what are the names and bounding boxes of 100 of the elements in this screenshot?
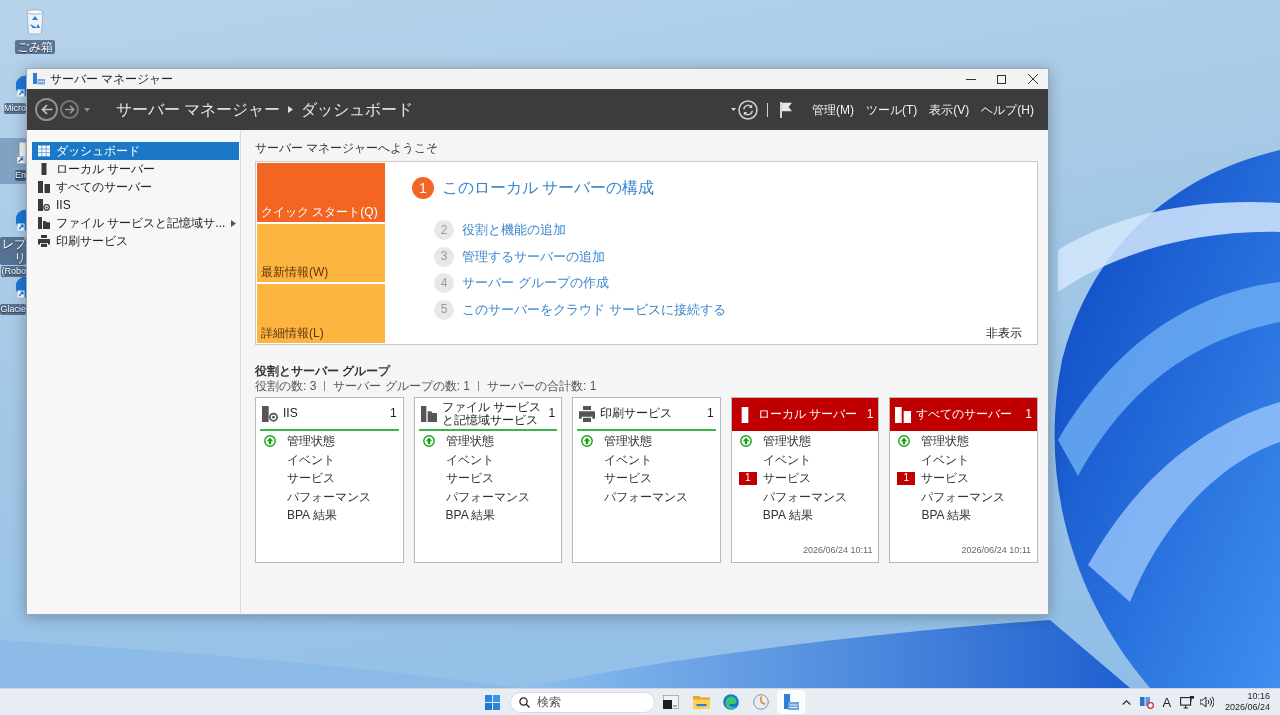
clock-time[interactable]: 10:16 — [1224, 691, 1270, 702]
desktop-shortcut[interactable]: En — [0, 138, 26, 184]
sidebar-item[interactable]: ファイル サービスと記憶域サ... — [32, 214, 239, 232]
tile-row-link[interactable]: パフォーマンス — [762, 489, 847, 505]
quick-start-tab[interactable]: 最新情報(W) — [257, 223, 385, 283]
menu-item[interactable]: ツール(T) — [862, 100, 922, 119]
step-link[interactable]: 管理するサーバーの追加 — [462, 248, 605, 265]
summary-text: サーバーの合計数: 1 — [487, 379, 597, 393]
tile-row-link[interactable]: サービス — [445, 471, 494, 486]
servers-icon — [895, 406, 912, 423]
windows-logo-icon — [484, 694, 500, 710]
printer-icon — [579, 405, 596, 422]
server-gear-icon — [38, 199, 50, 211]
tile-title[interactable]: IIS — [283, 407, 385, 420]
tile-row-link[interactable]: 管理状態 — [287, 434, 335, 449]
server-gear-icon — [262, 405, 278, 422]
tile-row-link[interactable]: サービス — [762, 471, 811, 486]
server-window-icon — [783, 694, 799, 710]
tile-row-link[interactable]: パフォーマンス — [921, 489, 1006, 505]
welcome-heading: サーバー マネージャーへようこそ — [255, 141, 440, 155]
breadcrumb-current: ダッシュボード — [301, 99, 414, 120]
shortcut-icon[interactable] — [16, 74, 26, 98]
refresh-button[interactable] — [738, 97, 758, 122]
menu-item[interactable]: ヘルプ(H) — [977, 100, 1038, 119]
tile-row-link[interactable]: サービス — [921, 471, 970, 486]
window-title: サーバー マネージャー — [50, 71, 174, 87]
server-window-icon — [33, 73, 45, 85]
quick-start-tab[interactable]: 詳細情報(L) — [257, 284, 385, 343]
sidebar-item[interactable]: すべてのサーバー — [32, 178, 239, 196]
forward-button[interactable] — [60, 100, 79, 119]
tile-row-link[interactable]: 管理状態 — [604, 434, 653, 449]
folder-icon — [692, 695, 710, 709]
search-field[interactable]: 検索 — [510, 691, 655, 713]
hide-link[interactable]: 非表示 — [986, 326, 1022, 341]
alert-count-badge: 1 — [897, 472, 916, 485]
back-button[interactable] — [35, 98, 58, 121]
tile-row-link[interactable]: BPA 結果 — [445, 508, 496, 523]
document-shortcut-icon[interactable] — [16, 141, 26, 165]
chevron-up-icon — [1122, 699, 1132, 705]
step-number: 3 — [434, 246, 454, 267]
tile-row-link[interactable]: サービス — [604, 471, 653, 486]
close-icon — [1027, 74, 1038, 84]
tile-count: 1 — [1025, 408, 1032, 421]
menu-item[interactable]: 管理(M) — [808, 100, 858, 119]
tile-title[interactable]: ローカル サーバー — [757, 408, 862, 421]
swirl-circle-icon — [723, 694, 739, 710]
step-link[interactable]: サーバー グループの作成 — [462, 275, 609, 291]
step-number: 1 — [412, 177, 434, 199]
tile-count: 1 — [548, 407, 556, 420]
tile-title[interactable]: ファイル サービスと記憶域サービス — [441, 400, 544, 427]
servers-icon — [38, 181, 50, 193]
menu-item[interactable]: 表示(V) — [925, 100, 974, 119]
tile-row-link[interactable]: イベント — [921, 452, 970, 468]
tile-title[interactable]: すべてのサーバー — [916, 408, 1021, 421]
sidebar-item[interactable]: 印刷サービス — [32, 232, 239, 250]
step-number: 5 — [434, 299, 454, 320]
tile-row-link[interactable]: 管理状態 — [762, 434, 811, 449]
clock-icon — [753, 694, 769, 710]
tile-timestamp: 2026/06/24 10:11 — [961, 545, 1032, 558]
tile-row-link[interactable]: サービス — [287, 471, 335, 486]
input-mode-button[interactable]: A — [1156, 691, 1177, 713]
tile-row-link[interactable]: イベント — [287, 452, 335, 468]
sidebar-item[interactable]: ダッシュボード — [32, 142, 239, 160]
tile-row-link[interactable]: BPA 結果 — [762, 508, 813, 523]
clock-date[interactable]: 2026/06/24 — [1224, 702, 1270, 713]
tile-count: 1 — [389, 407, 397, 420]
desktop-shortcut[interactable]: レプリ (Robo — [0, 205, 26, 280]
tile-row-link[interactable]: パフォーマンス — [445, 489, 530, 505]
tile-row-link[interactable]: イベント — [604, 452, 653, 468]
server-folder-icon — [38, 217, 50, 229]
desktop-shortcut[interactable]: ごみ箱 — [6, 4, 64, 57]
minimize-icon — [965, 78, 976, 80]
sidebar-item[interactable]: IIS — [32, 196, 239, 214]
network-monitor-icon — [1179, 695, 1194, 709]
tile-row-link[interactable]: BPA 結果 — [287, 508, 337, 523]
breadcrumb-separator-icon — [288, 106, 294, 113]
step-link[interactable]: このローカル サーバーの構成 — [442, 178, 655, 198]
tile-row-link[interactable]: パフォーマンス — [287, 489, 371, 505]
tile-count: 1 — [866, 408, 874, 421]
step-link[interactable]: このサーバーをクラウド サービスに接続する — [462, 301, 726, 318]
breadcrumb-link[interactable]: サーバー マネージャー — [116, 99, 281, 120]
tile-row-link[interactable]: BPA 結果 — [921, 508, 972, 523]
desktop-shortcut[interactable]: Micro — [0, 71, 26, 117]
shortcut-icon[interactable] — [16, 208, 26, 232]
tile-row-link[interactable]: 管理状態 — [921, 434, 970, 449]
maximize-icon — [997, 74, 1006, 84]
printer-icon — [38, 235, 50, 247]
server-folder-icon — [420, 405, 437, 422]
tile-row-link[interactable]: 管理状態 — [445, 434, 494, 449]
tile-row-link[interactable]: イベント — [762, 452, 811, 468]
tile-row-link[interactable]: イベント — [445, 452, 494, 468]
recycle-bin-icon[interactable] — [24, 7, 46, 35]
tile-title[interactable]: 印刷サービス — [600, 407, 703, 420]
alert-count-badge: 1 — [738, 472, 757, 485]
tile-row-link[interactable]: パフォーマンス — [604, 489, 689, 505]
shortcut-icon[interactable] — [16, 275, 26, 299]
summary-text: 役割の数: 3 — [255, 379, 317, 393]
flag-icon — [780, 101, 792, 118]
sidebar-item[interactable]: ローカル サーバー — [32, 160, 239, 178]
step-link[interactable]: 役割と機能の追加 — [462, 222, 566, 238]
